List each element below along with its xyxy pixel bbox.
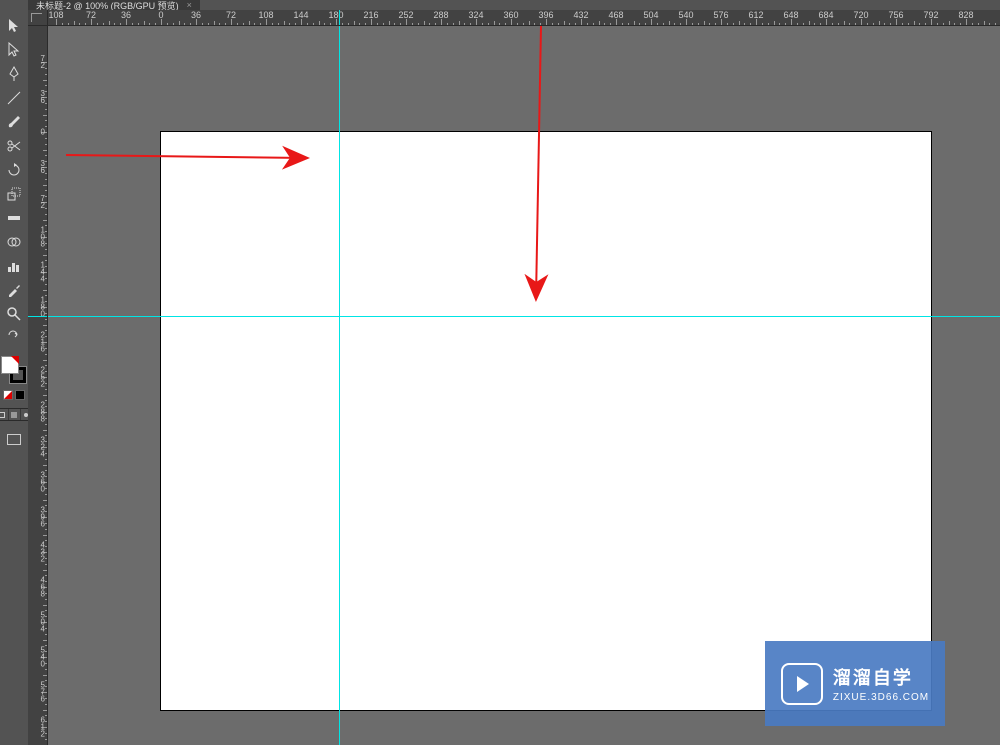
ruler-h-label: 252	[398, 10, 413, 20]
ruler-h-label: 108	[258, 10, 273, 20]
ruler-v-label: 0	[29, 129, 45, 136]
column-graph-tool[interactable]	[3, 256, 25, 276]
ruler-v-label: 144	[29, 262, 45, 283]
ruler-h-label: 108	[48, 10, 63, 20]
ruler-v-label: 540	[29, 647, 45, 668]
width-tool[interactable]	[3, 208, 25, 228]
color-icon[interactable]	[15, 390, 25, 400]
ruler-h-label: 72	[226, 10, 236, 20]
ruler-v-label: 468	[29, 577, 45, 598]
ruler-v-label: 252	[29, 367, 45, 388]
watermark-subtitle: ZIXUE.3D66.COM	[833, 692, 929, 703]
ruler-h-label: 504	[643, 10, 658, 20]
none-color-icon[interactable]	[3, 390, 13, 400]
zoom-tool[interactable]	[3, 304, 25, 324]
ruler-v-label: 72	[29, 195, 45, 209]
ruler-h-label: 792	[923, 10, 938, 20]
watermark: 溜溜自学 ZIXUE.3D66.COM	[765, 641, 945, 726]
ruler-h-label: 36	[121, 10, 131, 20]
ruler-v-label: 504	[29, 612, 45, 633]
direct-selection-tool[interactable]	[3, 40, 25, 60]
ruler-origin-corner[interactable]	[28, 10, 48, 26]
ruler-v-label: 108	[29, 227, 45, 248]
swap-fill-stroke-icon[interactable]	[3, 328, 25, 348]
ruler-h-label: 828	[958, 10, 973, 20]
ruler-h-label: 396	[538, 10, 553, 20]
shape-builder-tool[interactable]	[3, 232, 25, 252]
draw-normal-button[interactable]	[0, 409, 8, 420]
pen-tool[interactable]	[3, 64, 25, 84]
rotate-tool[interactable]	[3, 160, 25, 180]
ruler-v-label: 216	[29, 332, 45, 353]
fill-swatch[interactable]	[1, 356, 19, 374]
ruler-h-label: 648	[783, 10, 798, 20]
eyedropper-tool[interactable]	[3, 280, 25, 300]
canvas-area[interactable]	[48, 26, 1000, 745]
ruler-v-label: 36	[29, 90, 45, 104]
ruler-h-label: 288	[433, 10, 448, 20]
ruler-h-label: 324	[468, 10, 483, 20]
ruler-horizontal[interactable]: 1087236036721081441802162522883243603964…	[48, 10, 1000, 26]
ruler-v-label: 324	[29, 437, 45, 458]
ruler-h-label: 720	[853, 10, 868, 20]
draw-behind-button[interactable]	[9, 409, 20, 420]
ruler-v-label: 396	[29, 507, 45, 528]
scale-tool[interactable]	[3, 184, 25, 204]
artboard	[161, 132, 931, 710]
ruler-v-label: 432	[29, 542, 45, 563]
default-fill-stroke	[3, 390, 25, 400]
ruler-v-label: 72	[29, 55, 45, 69]
ruler-v-label: 360	[29, 472, 45, 493]
watermark-title: 溜溜自学	[833, 664, 929, 690]
ruler-h-label: 360	[503, 10, 518, 20]
ruler-h-label: 612	[748, 10, 763, 20]
scissors-tool[interactable]	[3, 136, 25, 156]
ruler-h-label: 684	[818, 10, 833, 20]
ruler-v-label: 612	[29, 717, 45, 738]
ruler-h-label: 144	[293, 10, 308, 20]
ruler-v-label: 36	[29, 160, 45, 174]
selection-tool[interactable]	[3, 16, 25, 36]
ruler-v-label: 576	[29, 682, 45, 703]
ruler-h-label: 540	[678, 10, 693, 20]
ruler-h-label: 216	[363, 10, 378, 20]
ruler-vertical[interactable]: 7236036721081441802162522883243603964324…	[28, 26, 48, 745]
ruler-h-label: 468	[608, 10, 623, 20]
toolbox	[0, 10, 28, 449]
ruler-h-label: 0	[158, 10, 163, 20]
ruler-h-label: 756	[888, 10, 903, 20]
ruler-v-label: 288	[29, 402, 45, 423]
guide-vertical[interactable]	[339, 26, 340, 745]
ruler-h-label: 36	[191, 10, 201, 20]
play-icon	[781, 663, 823, 705]
ruler-h-label: 432	[573, 10, 588, 20]
ruler-v-label: 180	[29, 297, 45, 318]
ruler-h-label: 180	[328, 10, 343, 20]
screen-mode-button[interactable]	[3, 429, 25, 449]
guide-horizontal[interactable]	[48, 316, 1000, 317]
paintbrush-tool[interactable]	[3, 112, 25, 132]
ruler-h-label: 72	[86, 10, 96, 20]
fill-stroke-swatches[interactable]	[1, 356, 27, 384]
document-tab-bar: 未标题-2 @ 100% (RGB/GPU 预览) ×	[28, 0, 200, 10]
document-tab[interactable]: 未标题-2 @ 100% (RGB/GPU 预览) ×	[28, 0, 200, 10]
ruler-h-label: 576	[713, 10, 728, 20]
line-tool[interactable]	[3, 88, 25, 108]
close-tab-icon[interactable]: ×	[187, 0, 192, 10]
